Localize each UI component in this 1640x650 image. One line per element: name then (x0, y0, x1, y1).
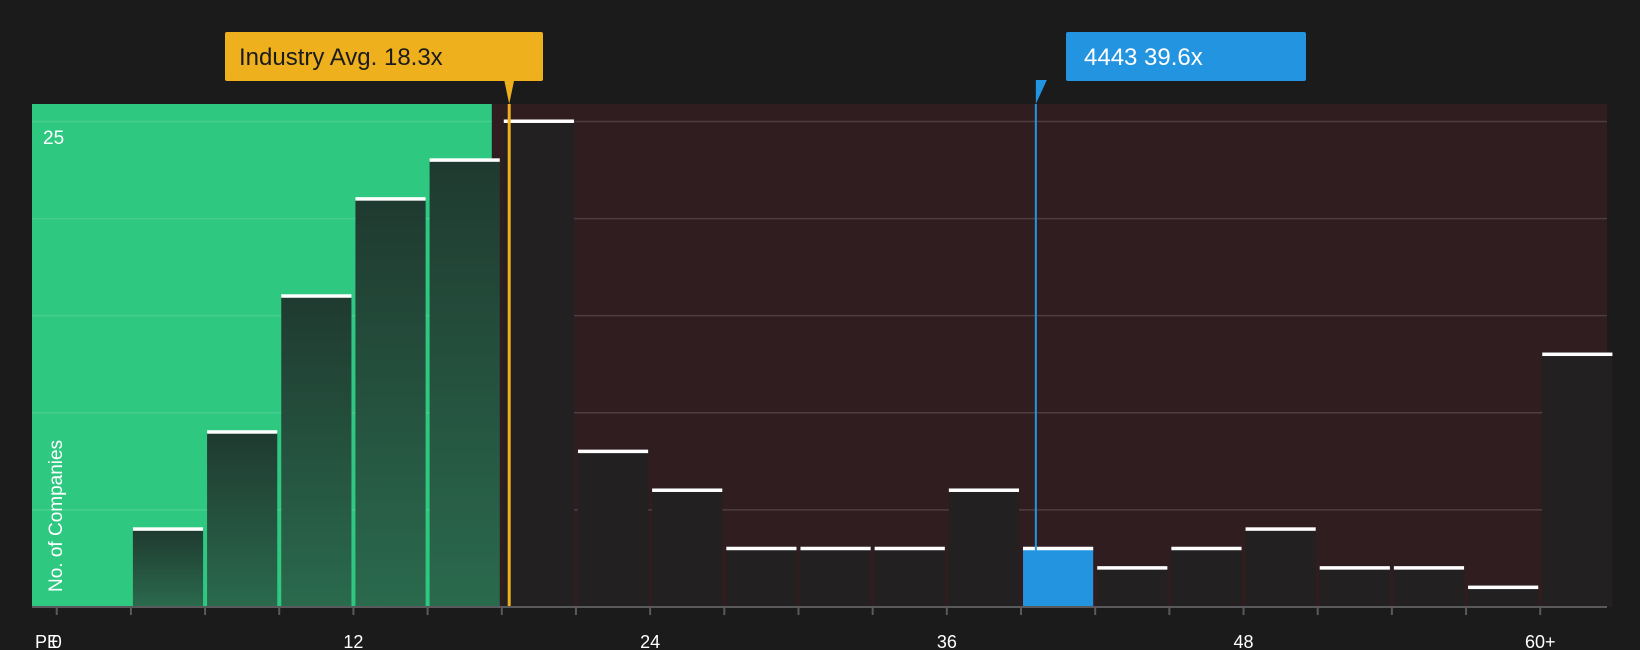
histogram-bar-3 (355, 199, 426, 607)
histogram-bar-1 (207, 432, 278, 607)
histogram-bar-11 (948, 490, 1020, 607)
histogram-bar-cap-5 (503, 119, 574, 123)
histogram-bar-5 (503, 121, 574, 608)
histogram-bar-cap-19 (1542, 352, 1613, 357)
histogram-bar-cap-13 (1097, 566, 1168, 570)
industry-average-label: Industry Avg. 18.3x (239, 44, 443, 71)
histogram-bar-cap-4 (429, 158, 500, 162)
histogram-bar-cap-16 (1319, 566, 1390, 570)
histogram-bar-9 (800, 548, 871, 607)
x-tick-label-12: 12 (343, 632, 363, 650)
histogram-bar-cap-3 (355, 197, 426, 201)
x-tick-label-0: 0 (52, 632, 62, 650)
histogram-bar-cap-7 (652, 488, 723, 492)
histogram-bar-cap-14 (1171, 546, 1242, 551)
histogram-bar-4 (429, 160, 500, 607)
histogram-bar-16 (1319, 568, 1390, 607)
histogram-bar-cap-15 (1245, 527, 1316, 531)
histogram-bar-12 (1023, 548, 1094, 607)
company-pe-label: 4443 39.6x (1084, 44, 1203, 71)
histogram-bar-cap-9 (800, 546, 871, 551)
industry-average-pointer (504, 80, 515, 104)
x-tick-label-36: 36 (937, 632, 957, 650)
histogram-bar-10 (874, 548, 945, 607)
y-axis-label: No. of Companies (46, 440, 67, 592)
histogram-bar-cap-10 (874, 546, 945, 551)
histogram-bar-2 (281, 296, 352, 607)
histogram-bar-17 (1393, 568, 1465, 607)
histogram-bar-6 (577, 451, 649, 607)
histogram-bar-13 (1097, 568, 1168, 607)
x-tick-label-60: 60+ (1525, 632, 1556, 650)
histogram-bar-14 (1171, 548, 1242, 607)
histogram-bar-15 (1245, 529, 1316, 607)
histogram-bar-7 (652, 490, 723, 607)
x-tick-label-48: 48 (1234, 632, 1254, 650)
histogram-bar-cap-1 (207, 430, 278, 434)
histogram-bar-cap-6 (577, 449, 649, 454)
histogram-bar-cap-17 (1393, 566, 1465, 570)
company-pe-pointer (1035, 80, 1047, 104)
histogram-bar-cap-8 (726, 546, 797, 551)
histogram-bar-cap-18 (1468, 585, 1539, 590)
histogram-bar-8 (726, 548, 797, 607)
histogram-bar-0 (132, 529, 204, 607)
histogram-bar-18 (1468, 587, 1539, 607)
y-tick-label-25: 25 (43, 128, 64, 149)
pe-distribution-chart: Industry Avg. 18.3x 4443 39.6x PE0 12 24 36 4… (32, 32, 1613, 650)
x-tick-label-24: 24 (640, 632, 660, 650)
histogram-bar-cap-0 (132, 527, 204, 531)
histogram-bar-cap-2 (281, 294, 352, 298)
histogram-bar-cap-12 (1023, 546, 1094, 551)
histogram-bar-19 (1542, 354, 1613, 607)
histogram-bar-cap-11 (948, 488, 1020, 492)
